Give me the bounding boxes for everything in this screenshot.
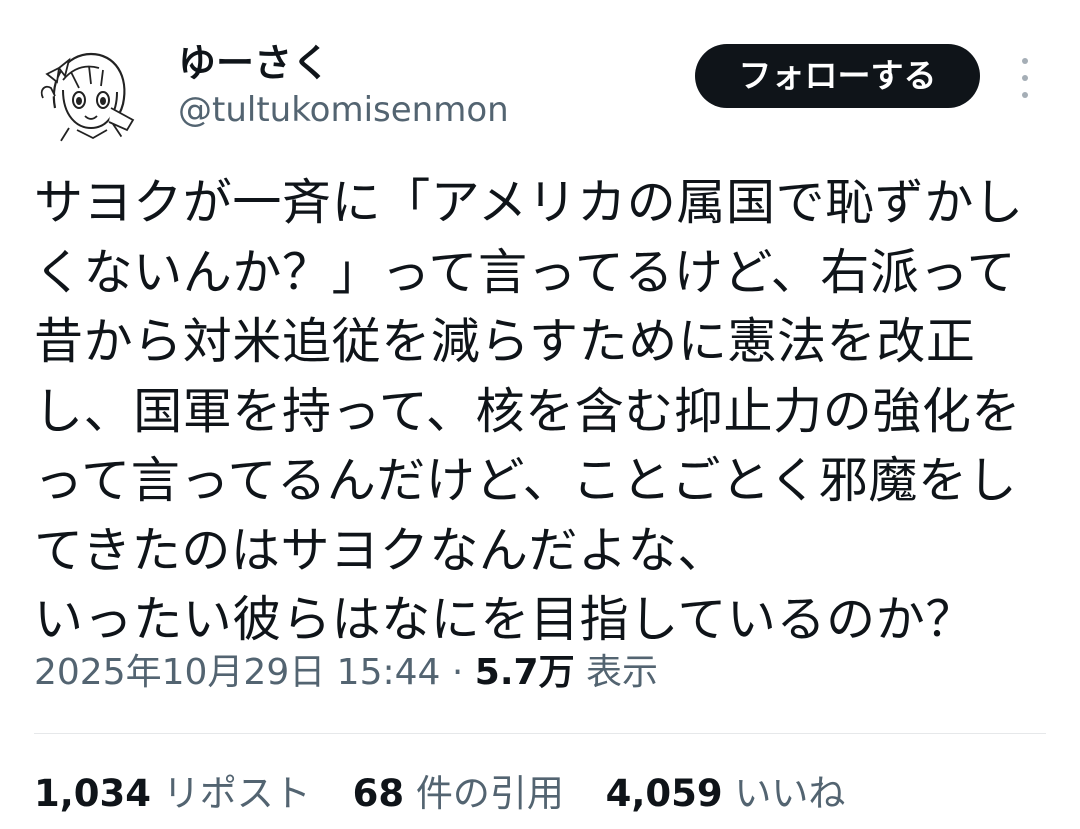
tweet-text-line: って言ってるんだけど、ことごとく邪魔をし (34, 452, 1018, 509)
tweet-text-line: いったい彼らはなにを目指しているのか？ (34, 591, 975, 648)
tweet-text-line: サヨクが一斉に「アメリカの属国で恥ずかし (34, 174, 1024, 231)
tweet-text-line: くないんか？」って言ってるけど、右派って (34, 243, 1017, 301)
tweet-text-line: し、国軍を持って、核を含む抑止力の強化を (34, 382, 1022, 440)
vertical-ellipsis-icon (1022, 58, 1028, 64)
tweet-text: サヨクが一斉に「アメリカの属国で恥ずかし くないんか？」って言ってるけど、右派っ… (34, 168, 1046, 655)
avatar[interactable] (33, 38, 143, 148)
engagement-stats: 1,034 リポスト 68 件の引用 4,059 いいね (34, 770, 875, 818)
views-label: 表示 (586, 652, 659, 693)
follow-button[interactable]: フォローする (695, 44, 980, 108)
views-count: 5.7万 (474, 652, 575, 693)
likes-link[interactable]: 4,059 いいね (606, 770, 846, 818)
timestamp-link[interactable]: 2025年10月29日 15:44 (34, 652, 440, 693)
tweet-text-line: てきたのはサヨクなんだよな、 (34, 521, 727, 579)
quotes-label: 件の引用 (415, 772, 564, 815)
reposts-count: 1,034 (34, 772, 152, 815)
user-handle[interactable]: @tultukomisenmon (178, 88, 509, 132)
vertical-ellipsis-icon (1022, 75, 1028, 81)
avatar-illustration (33, 38, 143, 148)
reposts-label: リポスト (162, 772, 311, 815)
tweet-text-line: 昔から対米追従を減らすために憲法を改正 (34, 313, 976, 370)
reposts-link[interactable]: 1,034 リポスト (34, 770, 311, 818)
quotes-count: 68 (352, 772, 405, 815)
more-options-button[interactable] (1010, 58, 1040, 98)
quotes-link[interactable]: 68 件の引用 (353, 770, 564, 818)
likes-count: 4,059 (605, 772, 723, 815)
tweet-meta: 2025年10月29日 15:44 · 5.7万 表示 (34, 648, 658, 698)
vertical-ellipsis-icon (1022, 92, 1028, 98)
meta-separator: · (451, 652, 464, 693)
divider (34, 733, 1046, 734)
likes-label: いいね (734, 772, 846, 815)
display-name[interactable]: ゆーさく (178, 40, 330, 86)
